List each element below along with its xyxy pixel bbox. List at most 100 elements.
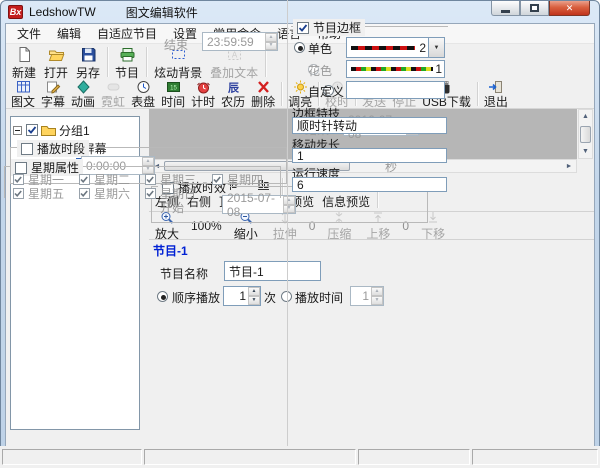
new-button[interactable]: 新建 <box>8 45 40 79</box>
button-label: 放大 <box>155 228 179 240</box>
status-panel <box>358 449 470 465</box>
spin-up-icon: ▲ <box>265 33 277 42</box>
section-title: 节目-1 <box>153 242 188 259</box>
single-color-pattern <box>351 46 415 50</box>
weekday-checkbox <box>145 174 156 185</box>
single-color-radio[interactable] <box>294 42 305 53</box>
chevron-down-icon[interactable]: ▼ <box>428 38 444 57</box>
status-bar <box>0 446 600 468</box>
button-label: 节目 <box>115 67 139 79</box>
program-icon <box>119 46 136 66</box>
weekday-saturday: 星期六 <box>79 185 130 202</box>
single-color-dropdown[interactable]: 2 ▼ <box>346 37 445 58</box>
button-label: 另存 <box>76 67 100 79</box>
svg-text:辰: 辰 <box>228 82 240 95</box>
run-speed-input[interactable]: 6 <box>292 177 447 192</box>
button-label: 图文 <box>11 97 35 108</box>
weekday-checkbox <box>212 174 223 185</box>
timespan-end-value: 23:59:59 <box>203 33 265 50</box>
status-panel <box>144 449 356 465</box>
weekday-checkbox <box>79 174 90 185</box>
toolbar-separator <box>281 82 282 106</box>
validity-start-value: 2015-07-08 <box>223 196 283 213</box>
play-order-value: 1 <box>224 287 248 305</box>
collapse-icon[interactable] <box>13 126 22 135</box>
menu-edit[interactable]: 编辑 <box>49 23 89 44</box>
weekday-checkbox <box>13 188 24 199</box>
toolbar-separator <box>107 47 108 77</box>
play-order-spinner[interactable]: 1 ▲▼ <box>223 286 261 306</box>
program-border-group: 节目边框 单色 2 ▼ 花色 <box>291 26 448 102</box>
timespan-end-time: 23:59:59 ▲▼ <box>202 32 278 51</box>
timespan-end-label: 结束 <box>164 36 188 53</box>
svg-text:A: A <box>231 50 237 59</box>
weekday-checkbox <box>145 188 156 199</box>
button-label: 农历 <box>221 97 245 108</box>
save-as-button[interactable]: 另存 <box>72 45 104 79</box>
weekday-checkbox <box>79 188 90 199</box>
spin-up-icon[interactable]: ▲ <box>248 287 260 296</box>
button-label: 字幕 <box>41 97 65 108</box>
play-timespan-caption: 播放时段 <box>17 140 89 157</box>
animation-button[interactable]: 动画 <box>68 80 98 108</box>
play-timespan-title: 播放时段 <box>37 140 85 157</box>
week-group: 星期属性 星期一 星期二 <box>4 166 281 198</box>
play-timespan-checkbox[interactable] <box>21 143 33 155</box>
folder-icon <box>40 123 56 137</box>
multi-color-pattern <box>351 67 433 71</box>
program-border-title: 节目边框 <box>313 19 361 36</box>
weekday-thursday: 星期四 <box>212 171 263 188</box>
tree-checkbox[interactable] <box>26 124 38 136</box>
multi-color-label: 花色 <box>308 62 332 79</box>
open-button[interactable]: 打开 <box>40 45 72 79</box>
play-order-label: 顺序播放 <box>172 289 220 306</box>
weekday-label: 星期五 <box>28 185 64 202</box>
status-panel <box>472 449 598 465</box>
lunar-calendar-button[interactable]: 辰 农历 <box>218 80 248 108</box>
app-title: LedshowTW <box>29 5 96 19</box>
save-icon <box>80 46 97 66</box>
spinner-buttons: ▲▼ <box>248 287 260 305</box>
program-border-checkbox[interactable] <box>297 22 309 34</box>
single-color-value: 2 <box>419 41 428 55</box>
button-label: 缩小 <box>234 228 258 240</box>
play-order-radio[interactable] <box>157 291 168 302</box>
custom-border-label: 自定义 <box>308 83 344 100</box>
button-label: 表盘 <box>131 97 155 108</box>
delete-button[interactable]: 删除 <box>248 80 278 108</box>
program-button[interactable]: 节目 <box>111 45 143 79</box>
spin-down-icon[interactable]: ▼ <box>248 296 260 305</box>
menu-file[interactable]: 文件 <box>9 23 49 44</box>
button-label: 霓虹 <box>101 97 125 108</box>
custom-border-input[interactable] <box>346 81 445 99</box>
toolbar-separator <box>265 47 266 77</box>
menu-adaptive-program[interactable]: 自适应节目 <box>89 23 165 44</box>
open-folder-icon <box>48 46 65 66</box>
button-label: 计时 <box>191 97 215 108</box>
single-color-label: 单色 <box>308 40 332 57</box>
play-order-unit: 次 <box>264 289 276 306</box>
weekday-label: 星期六 <box>94 185 130 202</box>
border-effect-input[interactable]: 顺时针转动 <box>292 117 447 134</box>
move-step-input[interactable]: 1 <box>292 148 447 163</box>
multi-color-value: 1 <box>435 62 444 76</box>
weekday-label: 星期日 <box>160 185 196 202</box>
app-logo-icon: Bx <box>8 5 23 19</box>
document-title: 图文编辑软件 <box>126 4 198 21</box>
graphic-text-button[interactable]: 图文 <box>8 80 38 108</box>
button-label: 删除 <box>251 97 275 108</box>
time-button[interactable]: 15 时间 <box>158 80 188 108</box>
neon-button: 霓虹 <box>98 80 128 108</box>
form-divider <box>287 0 288 468</box>
tree-item-group[interactable]: 分组1 <box>13 121 137 139</box>
new-file-icon <box>16 46 33 66</box>
weekday-friday: 星期五 <box>13 185 64 202</box>
dial-clock-button[interactable]: 表盘 <box>128 80 158 108</box>
subtitle-button[interactable]: 字幕 <box>38 80 68 108</box>
button-label: 叠加文本 <box>210 67 258 79</box>
button-label: 时间 <box>161 97 185 108</box>
spin-up-icon: ▲ <box>142 157 154 166</box>
button-label: 打开 <box>44 67 68 79</box>
timer-button[interactable]: 计时 <box>188 80 218 108</box>
form-right-column: 节目边框 单色 2 ▼ 花色 <box>290 0 599 468</box>
